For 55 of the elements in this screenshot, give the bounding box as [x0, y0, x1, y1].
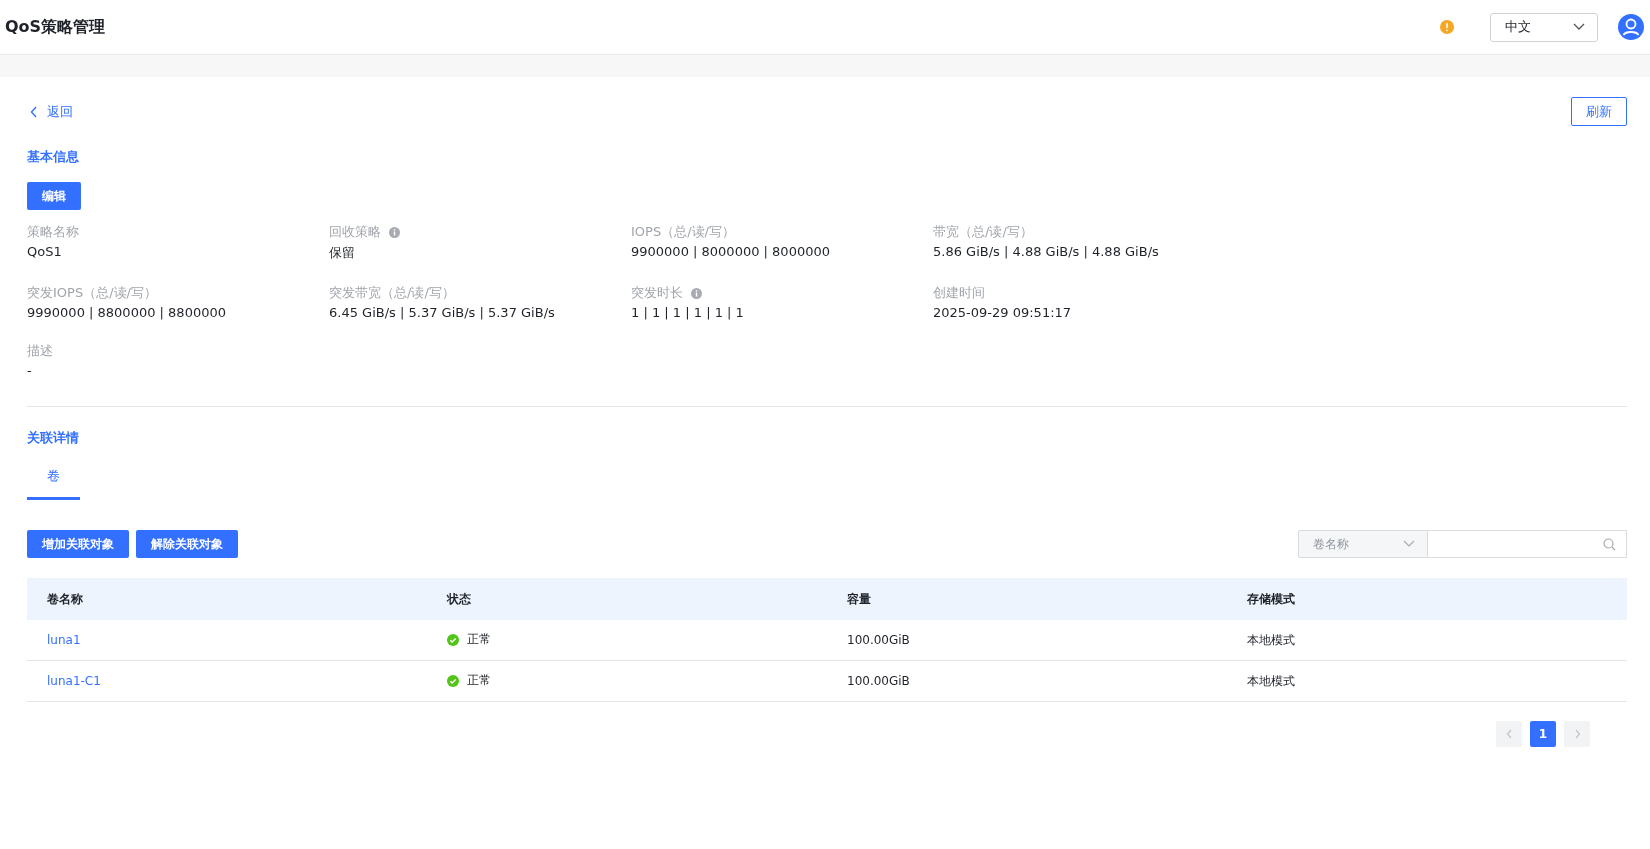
- language-select[interactable]: 中文: [1490, 12, 1598, 42]
- column-header: 状态: [447, 591, 471, 606]
- tab[interactable]: 卷: [27, 461, 80, 500]
- field-value: 5.86 GiB/s | 4.88 GiB/s | 4.88 GiB/s: [933, 244, 1160, 259]
- info-icon[interactable]: [691, 287, 702, 299]
- field-label: 突发时长: [631, 284, 683, 302]
- edit-button[interactable]: 编辑: [27, 182, 81, 210]
- search-field[interactable]: [1428, 530, 1627, 558]
- status-text: 正常: [467, 631, 491, 649]
- column-header: 卷名称: [47, 591, 83, 606]
- field-label: IOPS（总/读/写）: [631, 223, 735, 241]
- status-check-icon: [447, 633, 459, 646]
- field-label: 描述: [27, 342, 53, 360]
- column-header: 存储模式: [1247, 591, 1295, 606]
- status-text: 正常: [467, 672, 491, 690]
- alert-icon[interactable]: [1440, 20, 1454, 34]
- user-avatar-icon[interactable]: [1618, 14, 1644, 40]
- volume-link[interactable]: luna1-C1: [47, 674, 101, 688]
- chevron-left-icon: [30, 105, 38, 118]
- section-title: 基本信息: [27, 148, 80, 166]
- field-value: 9990000 | 8800000 | 8800000: [27, 305, 227, 320]
- chevron-down-icon: [1403, 540, 1415, 548]
- status-check-icon: [447, 674, 459, 687]
- field-value: 1 | 1 | 1 | 1 | 1 | 1: [631, 305, 745, 320]
- refresh-button[interactable]: 刷新: [1571, 97, 1627, 126]
- search-icon[interactable]: [1603, 537, 1616, 551]
- field-value: 保留: [329, 244, 356, 262]
- table-cell: 本地模式: [1247, 632, 1295, 647]
- table-cell: 本地模式: [1247, 673, 1295, 688]
- field-value: -: [27, 363, 33, 378]
- chevron-down-icon: [1573, 23, 1585, 31]
- field-label: 回收策略: [329, 223, 381, 241]
- page-button[interactable]: 1: [1530, 721, 1556, 747]
- table-cell: 100.00GiB: [847, 633, 910, 647]
- field-value: 6.45 GiB/s | 5.37 GiB/s | 5.37 GiB/s: [329, 305, 556, 320]
- field-label: 突发IOPS（总/读/写）: [27, 284, 157, 302]
- field-label: 创建时间: [933, 284, 985, 302]
- action-button[interactable]: 增加关联对象: [27, 530, 129, 558]
- field-label: 突发带宽（总/读/写）: [329, 284, 455, 302]
- field-label: 带宽（总/读/写）: [933, 223, 1033, 241]
- info-icon[interactable]: [389, 226, 400, 238]
- chevron-right-icon: [1573, 729, 1581, 739]
- filter-field-select[interactable]: 卷名称: [1298, 530, 1428, 558]
- chevron-left-icon: [1505, 729, 1513, 739]
- column-header: 容量: [847, 591, 871, 606]
- back-link[interactable]: 返回: [27, 102, 73, 121]
- action-button[interactable]: 解除关联对象: [136, 530, 238, 558]
- section-title: 关联详情: [27, 429, 80, 447]
- field-value: 9900000 | 8000000 | 8000000: [631, 244, 831, 259]
- field-value: 2025-09-29 09:51:17: [933, 305, 1073, 320]
- field-value: QoS1: [27, 244, 63, 259]
- table-cell: 100.00GiB: [847, 674, 910, 688]
- field-label: 策略名称: [27, 223, 79, 241]
- volume-link[interactable]: luna1: [47, 633, 81, 647]
- page-title: QoS策略管理: [5, 16, 106, 38]
